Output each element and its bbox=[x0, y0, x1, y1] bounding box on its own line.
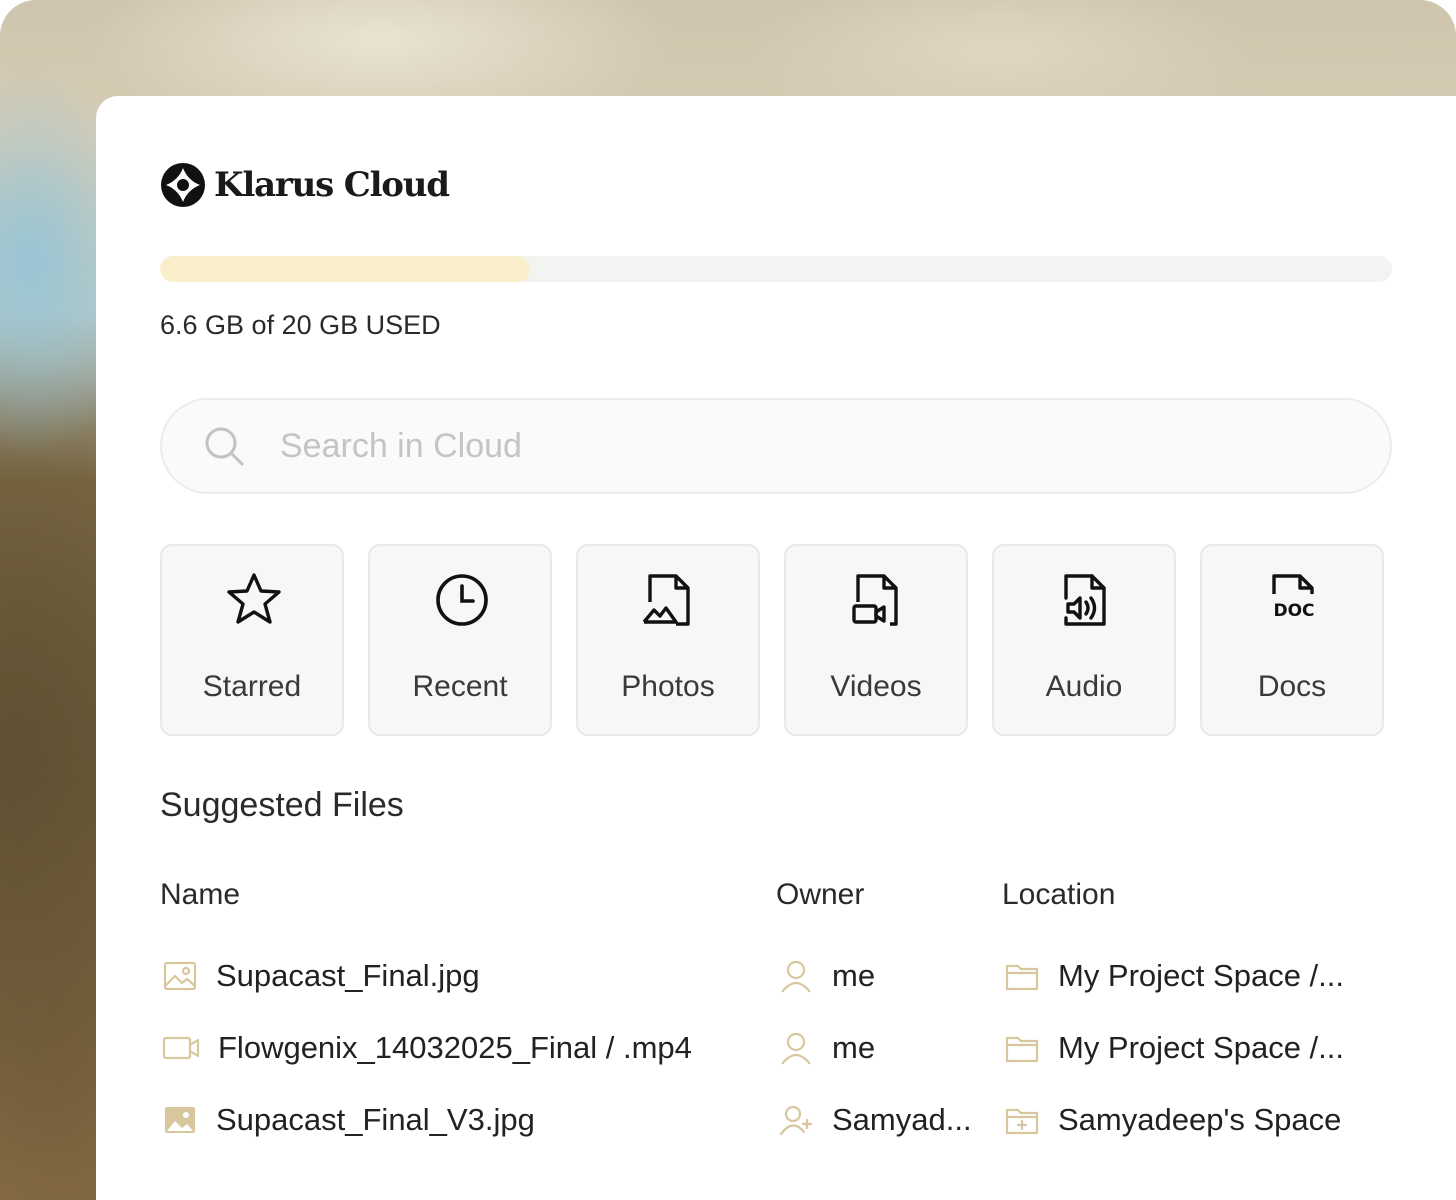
app-name: Klarus Cloud bbox=[214, 165, 450, 205]
storage-label: 6.6 GB of 20 GB USED bbox=[160, 310, 441, 340]
location-path: My Project Space /... bbox=[1058, 958, 1344, 993]
clock-icon bbox=[436, 574, 488, 626]
folder-icon bbox=[1005, 1036, 1039, 1063]
category-starred[interactable]: Starred bbox=[160, 544, 344, 736]
user-icon bbox=[781, 960, 811, 993]
star-icon bbox=[227, 573, 281, 624]
svg-text:DOC: DOC bbox=[1273, 601, 1314, 621]
suggested-files-title: Suggested Files bbox=[160, 786, 404, 824]
folder-icon bbox=[1005, 964, 1039, 991]
file-name: Flowgenix_14032025_Final / .mp4 bbox=[218, 1030, 692, 1065]
doc-file-icon: DOC bbox=[1272, 574, 1315, 621]
file-name: Supacast_Final.jpg bbox=[216, 958, 480, 993]
location-cell: Samyadeep's Space bbox=[1004, 1094, 1341, 1146]
column-header-name[interactable]: Name bbox=[160, 878, 240, 912]
file-name-cell: Supacast_Final_V3.jpg bbox=[162, 1094, 535, 1146]
location-cell: My Project Space /... bbox=[1004, 1022, 1344, 1074]
column-header-owner[interactable]: Owner bbox=[776, 878, 864, 912]
cloud-panel: Klarus Cloud 6.6 GB of 20 GB USED Starre… bbox=[96, 96, 1456, 1200]
video-icon bbox=[162, 1036, 200, 1060]
file-name: Supacast_Final_V3.jpg bbox=[216, 1102, 535, 1137]
location-path: Samyadeep's Space bbox=[1058, 1102, 1342, 1137]
table-row[interactable]: Supacast_Final_V3.jpg Samyad... Samyadee… bbox=[96, 1094, 1456, 1146]
category-label: Docs bbox=[1257, 670, 1327, 703]
category-label: Recent bbox=[412, 670, 508, 703]
audio-file-icon bbox=[1064, 574, 1106, 626]
image-icon bbox=[163, 961, 197, 991]
search-box[interactable] bbox=[160, 398, 1392, 494]
table-row[interactable]: Flowgenix_14032025_Final / .mp4 me My Pr… bbox=[96, 1022, 1456, 1074]
search-input[interactable] bbox=[280, 426, 1180, 466]
user-icon bbox=[781, 1032, 811, 1065]
file-name-cell: Flowgenix_14032025_Final / .mp4 bbox=[162, 1022, 692, 1074]
shared-folder-icon bbox=[1005, 1108, 1039, 1135]
category-recent[interactable]: Recent bbox=[368, 544, 552, 736]
owner-cell: me bbox=[778, 1022, 875, 1074]
category-audio[interactable]: Audio bbox=[992, 544, 1176, 736]
category-label: Audio bbox=[1045, 670, 1123, 703]
column-header-location[interactable]: Location bbox=[1002, 878, 1115, 912]
owner-name: me bbox=[832, 958, 876, 993]
shared-user-icon bbox=[779, 1105, 813, 1136]
table-row[interactable]: Supacast_Final.jpg me My Project Space /… bbox=[96, 950, 1456, 1002]
klarus-logo-icon bbox=[161, 163, 205, 207]
owner-cell: me bbox=[778, 950, 875, 1002]
owner-cell: Samyad... bbox=[778, 1094, 972, 1146]
owner-name: Samyad... bbox=[832, 1102, 972, 1137]
image-filled-icon bbox=[165, 1107, 195, 1133]
category-label: Videos bbox=[830, 670, 922, 703]
location-cell: My Project Space /... bbox=[1004, 950, 1344, 1002]
category-label: Photos bbox=[621, 670, 715, 703]
file-name-cell: Supacast_Final.jpg bbox=[162, 950, 480, 1002]
search-icon bbox=[205, 427, 244, 466]
location-path: My Project Space /... bbox=[1058, 1030, 1344, 1065]
category-videos[interactable]: Videos bbox=[784, 544, 968, 736]
category-docs[interactable]: DOC Docs bbox=[1200, 544, 1384, 736]
category-photos[interactable]: Photos bbox=[576, 544, 760, 736]
photo-file-icon bbox=[642, 574, 690, 626]
brand: Klarus Cloud bbox=[160, 160, 450, 210]
category-grid: Starred Recent Photos Videos Audio DOC D… bbox=[160, 544, 1392, 736]
video-file-icon bbox=[852, 574, 898, 626]
storage-progress-bar bbox=[160, 256, 1392, 282]
storage-progress-fill bbox=[160, 256, 530, 282]
owner-name: me bbox=[832, 1030, 876, 1065]
category-label: Starred bbox=[202, 670, 302, 703]
